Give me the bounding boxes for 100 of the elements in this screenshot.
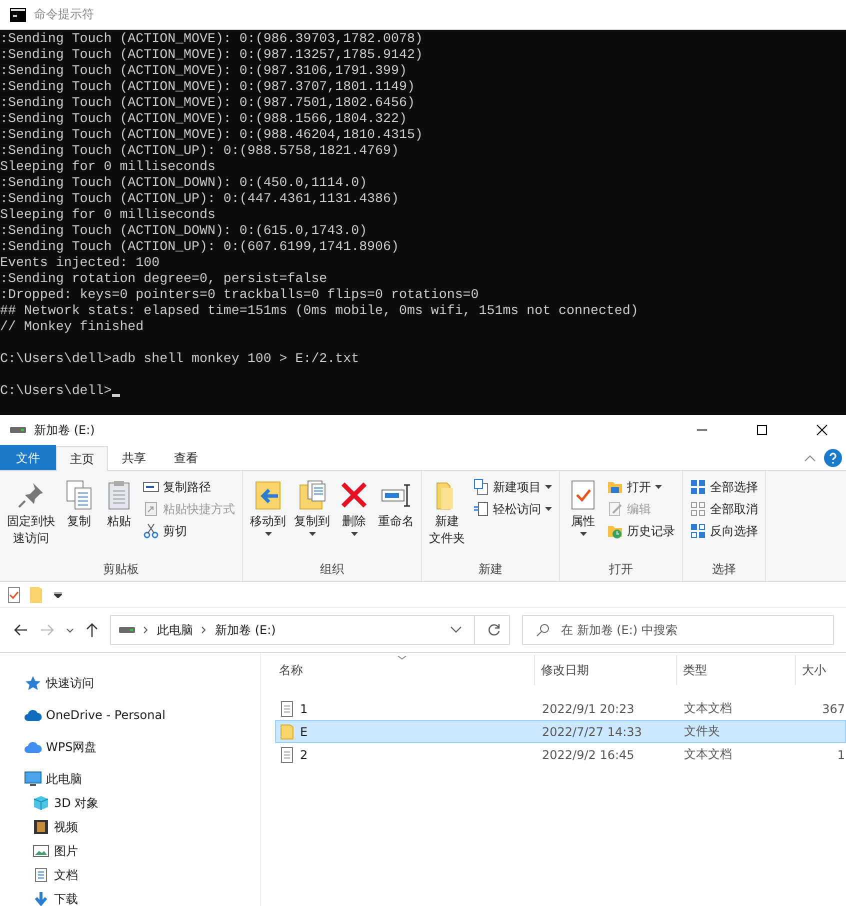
- nav-item[interactable]: 3D 对象: [0, 791, 260, 815]
- nav-item[interactable]: 此电脑: [0, 767, 260, 791]
- search-icon: [536, 623, 550, 637]
- group-label: 选择: [711, 561, 737, 578]
- console-line: :Sending Touch (ACTION_MOVE): 0:(987.7501,1802.6456): [0, 95, 415, 111]
- address-bar[interactable]: 此电脑 新加卷 (E:): [110, 615, 510, 645]
- text-file-icon: [280, 700, 294, 716]
- ribbon-button[interactable]: 全部取消: [687, 499, 761, 519]
- ribbon-button[interactable]: 复制到: [291, 477, 333, 538]
- console-line: Sleeping for 0 milliseconds: [0, 159, 216, 175]
- nav-item[interactable]: 视频: [0, 815, 260, 839]
- ribbon-button[interactable]: 移动到: [247, 477, 289, 538]
- ribbon-tab[interactable]: 文件: [0, 445, 56, 470]
- caret-icon: [655, 485, 662, 489]
- console-line: C:\Users\dell>: [0, 383, 112, 399]
- folder-icon: [607, 479, 623, 495]
- breadcrumb-item[interactable]: 新加卷 (E:): [215, 622, 276, 638]
- ribbon-button[interactable]: 重命名: [375, 477, 417, 532]
- console-line: // Monkey finished: [0, 319, 144, 335]
- ribbon-button[interactable]: 属性: [564, 477, 602, 538]
- ribbon-button[interactable]: 新建 文件夹: [426, 477, 468, 549]
- console-line: :Sending Touch (ACTION_DOWN): 0:(450.0,1114.0): [0, 175, 368, 191]
- column-header[interactable]: 类型: [677, 655, 796, 685]
- group-label: 新建: [478, 561, 504, 578]
- nav-item[interactable]: 文档: [0, 863, 260, 887]
- table-cell-text: 2022/9/1 20:23: [541, 702, 636, 716]
- console-line: :Sending Touch (ACTION_UP): 0:(607.6199,1741.8906): [0, 239, 399, 255]
- ribbon-button[interactable]: 复制: [60, 477, 98, 532]
- pencil-document-icon: [607, 501, 623, 517]
- ribbon-tab[interactable]: 主页: [56, 446, 108, 471]
- console-line: :Sending rotation degree=0, persist=false: [0, 271, 328, 287]
- chevron-down-icon[interactable]: [66, 628, 74, 632]
- ribbon-button[interactable]: 打开: [604, 477, 678, 497]
- checkmark-document-icon[interactable]: [8, 586, 20, 602]
- ribbon-button[interactable]: 粘贴: [100, 477, 138, 532]
- file-row[interactable]: 2 2022/9/2 16:45 文本文档 1: [275, 743, 846, 766]
- caret-icon: [350, 532, 358, 536]
- search-field[interactable]: 在 新加卷 (E:) 中搜索: [522, 615, 834, 645]
- help-icon[interactable]: [824, 448, 842, 466]
- column-header[interactable]: 大小: [796, 655, 846, 685]
- ribbon-button[interactable]: 删除: [335, 477, 373, 538]
- window-title: 命令提示符: [34, 6, 94, 23]
- file-row[interactable]: E 2022/7/27 14:33 文件夹: [275, 720, 846, 743]
- refresh-icon[interactable]: [487, 623, 501, 637]
- file-row[interactable]: 1 2022/9/1 20:23 文本文档 367: [275, 697, 846, 720]
- ribbon-button[interactable]: 复制路径: [140, 477, 238, 497]
- chevron-right-icon[interactable]: [143, 626, 149, 634]
- back-icon[interactable]: [14, 624, 28, 636]
- terminal-icon: [10, 8, 26, 22]
- document-icon: [473, 501, 489, 517]
- ribbon-button[interactable]: 固定到快 速访问: [4, 477, 58, 549]
- nav-item[interactable]: WPS网盘: [0, 735, 260, 759]
- table-cell-text: 2022/9/2 16:45: [541, 748, 636, 762]
- table-cell: 367: [822, 702, 845, 716]
- console-line: :Sending Touch (ACTION_MOVE): 0:(988.1566,1804.322): [0, 111, 407, 127]
- table-cell-text: 文本文档: [683, 700, 733, 717]
- table-cell: 1: [837, 748, 845, 762]
- breadcrumb-item[interactable]: 此电脑: [157, 622, 193, 638]
- ribbon-button[interactable]: 反向选择: [687, 521, 761, 541]
- empty-grid-icon: [690, 501, 706, 517]
- caret-icon: [545, 507, 552, 511]
- cloud-icon: [24, 707, 42, 723]
- chevron-right-icon[interactable]: [201, 626, 207, 634]
- text-file-icon: [280, 746, 294, 762]
- clock-folder-icon: [607, 523, 623, 539]
- nav-item[interactable]: 下载: [0, 887, 260, 906]
- cloud-icon: [24, 739, 42, 755]
- window-title: 新加卷 (E:): [34, 422, 95, 438]
- up-icon[interactable]: [86, 623, 98, 637]
- column-header[interactable]: 名称: [261, 655, 535, 685]
- nav-item[interactable]: 图片: [0, 839, 260, 863]
- console-line: :Sending Touch (ACTION_UP): 0:(988.5758,1821.4769): [0, 143, 399, 159]
- ribbon-button[interactable]: 全部选择: [687, 477, 761, 497]
- ribbon-button[interactable]: 剪切: [140, 521, 238, 541]
- console-line: :Sending Touch (ACTION_MOVE): 0:(987.3106,1791.399): [0, 63, 407, 79]
- collapse-icon[interactable]: [804, 454, 816, 462]
- shortcut-icon: [143, 501, 159, 517]
- ribbon-tab[interactable]: 共享: [108, 445, 160, 470]
- file-name: 2: [300, 748, 308, 762]
- grid-icon: [690, 479, 706, 495]
- caret-icon[interactable]: [54, 592, 62, 598]
- ribbon-button[interactable]: 轻松访问: [470, 499, 555, 519]
- caret-icon: [545, 485, 552, 489]
- ribbon-tab[interactable]: 查看: [160, 445, 212, 470]
- image-icon: [32, 843, 50, 859]
- star-icon: [24, 675, 42, 691]
- nav-item[interactable]: OneDrive - Personal: [0, 703, 260, 727]
- sort-caret-icon: [397, 655, 407, 660]
- close-icon[interactable]: [816, 424, 828, 436]
- console-line: :Sending Touch (ACTION_MOVE): 0:(987.3707,1801.1149): [0, 79, 415, 95]
- maximize-icon[interactable]: [756, 424, 768, 436]
- column-header[interactable]: 修改日期: [535, 655, 677, 685]
- console-line: C:\Users\dell>adb shell monkey 100 > E:/2.txt: [0, 351, 360, 367]
- nav-item[interactable]: 快速访问: [0, 671, 260, 695]
- console-line: Events injected: 100: [0, 255, 160, 271]
- ribbon-button[interactable]: 新建项目: [470, 477, 555, 497]
- ribbon-button[interactable]: 历史记录: [604, 521, 678, 541]
- text-field-icon: [143, 479, 159, 495]
- chevron-down-icon[interactable]: [450, 626, 462, 634]
- cube-icon: [32, 795, 50, 811]
